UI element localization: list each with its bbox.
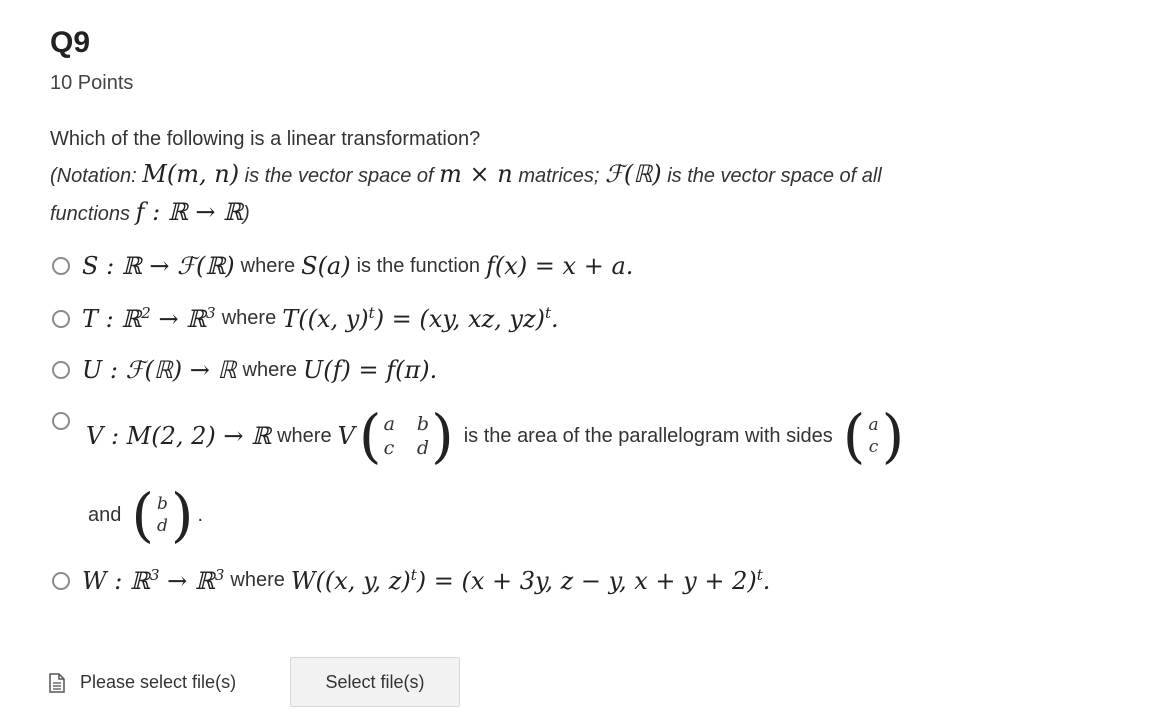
option-math: T((x, y)t) = (xy, xz, yz)t.: [282, 304, 559, 333]
notation-math-map: f : ℝ → ℝ: [135, 198, 244, 226]
option-text: and: [88, 503, 122, 526]
matrix-entry: c: [383, 437, 395, 459]
option-w[interactable]: W : ℝ3 → ℝ3 where W((x, y, z)t) = (x + 3…: [52, 566, 770, 595]
vector-entry: b: [157, 494, 168, 514]
matrix-abcd: ( a b c d ): [359, 407, 454, 465]
radio-button[interactable]: [52, 257, 70, 275]
left-paren: (: [131, 481, 155, 549]
notation-open: (Notation:: [50, 165, 137, 187]
quiz-question-page: Q9 10 Points Which of the following is a…: [0, 0, 1154, 718]
notation-text: matrices;: [518, 165, 600, 187]
question-prompt: Which of the following is a linear trans…: [50, 128, 481, 150]
upload-label: Please select file(s): [80, 672, 237, 692]
radio-button[interactable]: [52, 361, 70, 379]
select-files-button[interactable]: Select file(s): [290, 657, 460, 707]
file-upload: Please select file(s): [48, 672, 236, 693]
option-math: S : ℝ → ℱ(ℝ): [82, 252, 235, 280]
option-math: V : M(2, 2) → ℝ: [86, 422, 272, 450]
option-text: is the area of the parallelogram with si…: [463, 424, 833, 447]
vector-bd: ( b d ): [131, 486, 193, 544]
option-text: where: [277, 424, 332, 447]
radio-button[interactable]: [52, 309, 70, 328]
option-math: W : ℝ3 → ℝ3: [82, 566, 225, 595]
matrix-entry: b: [416, 413, 430, 435]
vector-entries: b d: [154, 494, 171, 536]
left-paren: (: [842, 402, 866, 470]
option-text: where: [242, 358, 298, 381]
vector-entry: a: [868, 415, 879, 435]
question-number: Q9: [50, 26, 91, 59]
option-text: .: [197, 503, 204, 526]
option-text: where: [230, 569, 285, 591]
notation-math-mxn: m × n: [439, 160, 513, 188]
vector-entries: a c: [865, 415, 881, 457]
right-paren: ): [170, 481, 194, 549]
notation-line-1: (Notation: M(m, n) is the vector space o…: [50, 160, 882, 188]
question-points: 10 Points: [50, 72, 134, 94]
option-math: U : ℱ(ℝ) → ℝ: [82, 356, 237, 384]
notation-text: is the vector space of all: [667, 165, 882, 187]
vector-entry: c: [868, 437, 879, 457]
matrix-entry: d: [416, 437, 430, 459]
document-icon: [49, 672, 65, 693]
option-text: where: [240, 254, 296, 277]
vector-ac: ( a c ): [843, 407, 904, 465]
option-math: U(f) = f(π).: [303, 356, 438, 384]
matrix-entry: a: [383, 413, 395, 435]
vector-entry: d: [157, 516, 168, 536]
left-paren: (: [358, 402, 382, 470]
notation-close: ): [243, 203, 250, 225]
option-u[interactable]: U : ℱ(ℝ) → ℝ where U(f) = f(π).: [52, 356, 437, 384]
notation-text: is the vector space of: [244, 165, 434, 187]
option-math: V: [337, 422, 355, 450]
option-t[interactable]: T : ℝ2 → ℝ3 where T((x, y)t) = (xy, xz, …: [52, 304, 559, 333]
option-math: f(x) = x + a.: [486, 252, 634, 280]
option-text: where: [221, 307, 277, 329]
option-v-continued: and ( b d ) .: [88, 484, 203, 546]
radio-button-option-v[interactable]: [52, 412, 70, 430]
option-text: is the function: [356, 254, 481, 277]
option-math: S(a): [301, 252, 351, 280]
notation-line-2: functions f : ℝ → ℝ): [50, 198, 250, 226]
right-paren: ): [881, 402, 905, 470]
option-math: W((x, y, z)t) = (x + 3y, z − y, x + y + …: [290, 566, 771, 595]
option-s[interactable]: S : ℝ → ℱ(ℝ) where S(a) is the function …: [52, 252, 633, 280]
option-v[interactable]: V : M(2, 2) → ℝ where V ( a b c d ) is t…: [86, 404, 908, 468]
matrix-entries: a b c d: [382, 413, 432, 459]
notation-math-f: ℱ(ℝ): [605, 160, 662, 188]
right-paren: ): [431, 402, 454, 470]
notation-math-m: M(m, n): [142, 160, 240, 188]
notation-text: functions: [50, 203, 131, 225]
option-math: T : ℝ2 → ℝ3: [82, 304, 216, 333]
radio-button[interactable]: [52, 571, 70, 590]
